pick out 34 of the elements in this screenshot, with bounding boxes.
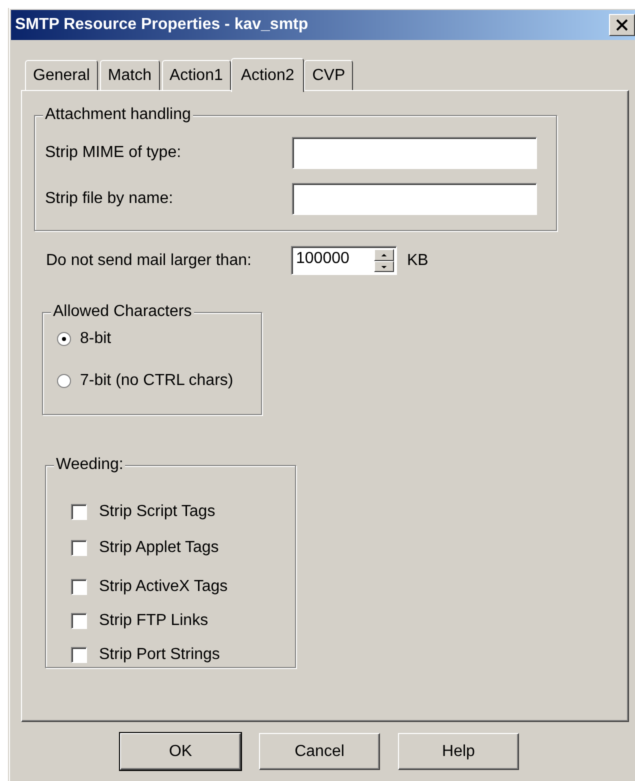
field-label: Do not send mail larger than:: [46, 252, 252, 270]
checkbox[interactable]: [71, 612, 87, 629]
checkbox[interactable]: [71, 578, 87, 595]
spin-box[interactable]: 100000: [291, 246, 397, 275]
field-label: Strip MIME of type:: [45, 144, 182, 162]
tab[interactable]: Action1: [162, 60, 231, 90]
checkbox-label: Strip Applet Tags: [99, 539, 219, 558]
tab[interactable]: CVP: [304, 60, 354, 90]
checkbox-label: Strip FTP Links: [99, 612, 208, 630]
group-title: Attachment handling: [43, 106, 193, 124]
window-title: SMTP Resource Properties - kav_smtp: [15, 16, 308, 34]
checkbox-label: Strip Port Strings: [99, 646, 220, 664]
tab[interactable]: Match: [100, 60, 160, 90]
input-field[interactable]: [292, 137, 537, 169]
checkbox[interactable]: [71, 540, 87, 556]
input-field[interactable]: [292, 183, 537, 215]
checkbox[interactable]: [71, 647, 87, 664]
dialog-button[interactable]: Cancel: [259, 733, 380, 770]
close-icon: [615, 19, 629, 31]
radio-label: 8-bit: [80, 330, 112, 348]
unit-label: KB: [407, 252, 428, 270]
field-label: Strip file by name:: [45, 190, 174, 208]
radio-button[interactable]: [57, 332, 71, 346]
radio-button[interactable]: [57, 374, 71, 388]
dialog-button[interactable]: Help: [398, 733, 519, 770]
checkbox-label: Strip ActiveX Tags: [99, 578, 228, 596]
radio-label: 7-bit (no CTRL chars): [80, 372, 234, 390]
dialog-button[interactable]: OK: [120, 733, 241, 770]
tab[interactable]: Action2: [230, 58, 304, 92]
close-button[interactable]: [609, 14, 635, 36]
checkbox-label: Strip Script Tags: [99, 502, 216, 521]
checkbox[interactable]: [71, 504, 87, 520]
tab[interactable]: General: [25, 60, 98, 90]
group-title: Weeding:: [54, 456, 126, 474]
